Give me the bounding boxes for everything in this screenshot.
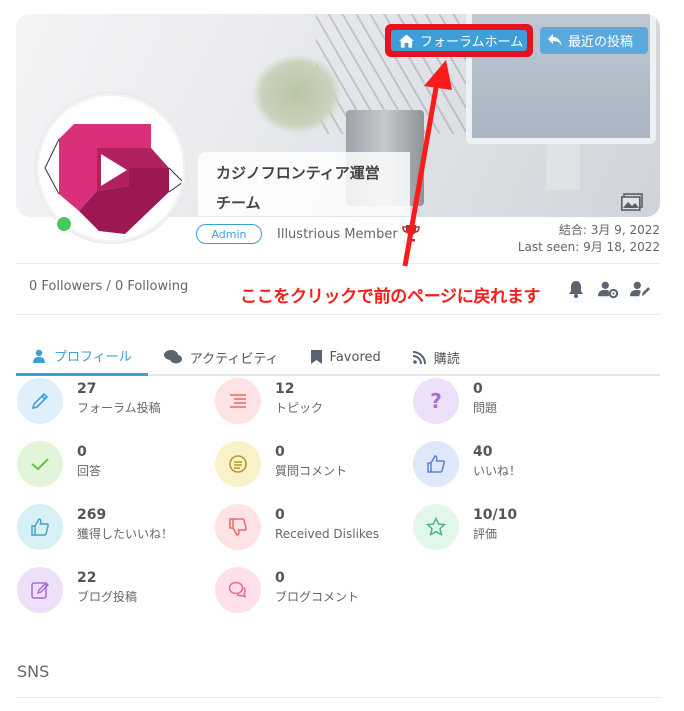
stat-value: 269	[77, 507, 107, 523]
stat-value: 40	[473, 444, 493, 460]
stat-value: 0	[275, 444, 285, 460]
profile-actions	[566, 279, 650, 299]
trophy-icon	[402, 225, 420, 242]
stat-label: 評価	[473, 527, 498, 541]
profile-tabs: プロフィール アクティビティ Favored 購読	[16, 338, 660, 376]
comments-outline-icon	[215, 567, 261, 613]
divider	[16, 314, 660, 315]
stat-value: 27	[77, 381, 97, 397]
forum-home-label: フォーラムホーム	[420, 35, 524, 50]
bookmark-icon	[310, 350, 322, 364]
stat-value: 0	[275, 507, 285, 523]
stat-rating: 10/10 評価	[413, 504, 517, 550]
star-icon	[413, 504, 459, 550]
stat-value: 0	[77, 444, 87, 460]
tab-subscriptions[interactable]: 購読	[397, 338, 476, 376]
tab-profile[interactable]: プロフィール	[16, 338, 148, 376]
stat-received-dislikes: 0 Received Dislikes	[215, 504, 379, 550]
comment-lines-icon	[215, 441, 261, 487]
profile-dates: 結合: 3月 9, 2022 Last seen: 9月 18, 2022	[518, 222, 660, 256]
cover-decoration	[252, 54, 342, 134]
list-icon	[215, 378, 261, 424]
last-seen-date: Last seen: 9月 18, 2022	[517, 240, 660, 254]
bell-icon[interactable]	[566, 279, 586, 299]
follow-counts: 0 Followers / 0 Following	[29, 279, 189, 294]
stat-forum-posts: 27 フォーラム投稿	[17, 378, 161, 424]
stat-label: 獲得したいいね！	[77, 527, 174, 541]
recent-posts-label: 最近の投稿	[568, 35, 634, 50]
sns-section-title: SNS	[17, 662, 50, 681]
stat-blog-comments: 0 ブログコメント	[215, 567, 359, 613]
stat-topics: 12 トピック	[215, 378, 323, 424]
divider	[16, 263, 660, 264]
stat-blog-posts: 22 ブログ投稿	[17, 567, 137, 613]
recent-posts-button[interactable]: 最近の投稿	[540, 27, 648, 54]
user-icon	[33, 349, 45, 363]
stat-label: Received Dislikes	[275, 527, 380, 541]
stat-value: 10/10	[473, 507, 518, 523]
question-icon: ?	[413, 378, 459, 424]
divider	[16, 697, 660, 698]
check-icon	[17, 441, 63, 487]
change-cover-image-icon[interactable]	[621, 193, 643, 211]
comments-icon	[163, 350, 182, 364]
stat-label: ブログ投稿	[77, 590, 138, 604]
thumbs-up-icon	[413, 441, 459, 487]
profile-name: カジノフロンティア運営 チーム	[198, 152, 410, 216]
stat-likes: 40 いいね！	[413, 441, 521, 487]
user-settings-icon[interactable]	[598, 279, 618, 299]
pen-square-icon	[17, 567, 63, 613]
tab-label: 購読	[433, 351, 460, 367]
stat-label: 質問コメント	[275, 464, 348, 478]
tab-label: アクティビティ	[189, 351, 279, 367]
role-badge: Admin	[196, 224, 262, 244]
tab-activity[interactable]: アクティビティ	[148, 338, 295, 376]
stat-label: トピック	[275, 401, 324, 415]
annotation-text: ここをクリックで前のページに戻れます	[240, 287, 541, 307]
stat-label: いいね！	[473, 464, 522, 478]
pencil-icon	[17, 378, 63, 424]
stat-value: 12	[275, 381, 295, 397]
forum-home-button[interactable]: フォーラムホーム	[385, 24, 533, 57]
profile-name-line2: チーム	[216, 194, 261, 212]
tab-label: Favored	[329, 349, 381, 365]
cover-decoration	[546, 144, 580, 190]
thumbs-up-icon	[17, 504, 63, 550]
rss-icon	[412, 350, 426, 364]
tab-favored[interactable]: Favored	[295, 338, 397, 376]
reply-icon	[548, 34, 562, 46]
stat-received-likes: 269 獲得したいいね！	[17, 504, 173, 550]
stat-label: 回答	[77, 464, 102, 478]
stat-label: ブログコメント	[275, 590, 360, 604]
user-edit-icon[interactable]	[630, 279, 650, 299]
member-title: Illustrious Member	[277, 227, 398, 242]
profile-name-line1: カジノフロンティア運営	[216, 164, 380, 182]
stat-value: 0	[275, 570, 285, 586]
stat-label: 問題	[473, 401, 498, 415]
stat-answers: 0 回答	[17, 441, 101, 487]
stat-label: フォーラム投稿	[77, 401, 161, 415]
online-status-dot	[55, 215, 73, 233]
home-icon	[399, 33, 414, 48]
thumbs-down-icon	[215, 504, 261, 550]
stat-question-comments: 0 質問コメント	[215, 441, 347, 487]
stat-value: 22	[77, 570, 97, 586]
stat-questions: ? 0 問題	[413, 378, 497, 424]
tab-label: プロフィール	[54, 350, 132, 365]
joined-date: 結合: 3月 9, 2022	[558, 223, 660, 237]
stat-value: 0	[473, 381, 483, 397]
